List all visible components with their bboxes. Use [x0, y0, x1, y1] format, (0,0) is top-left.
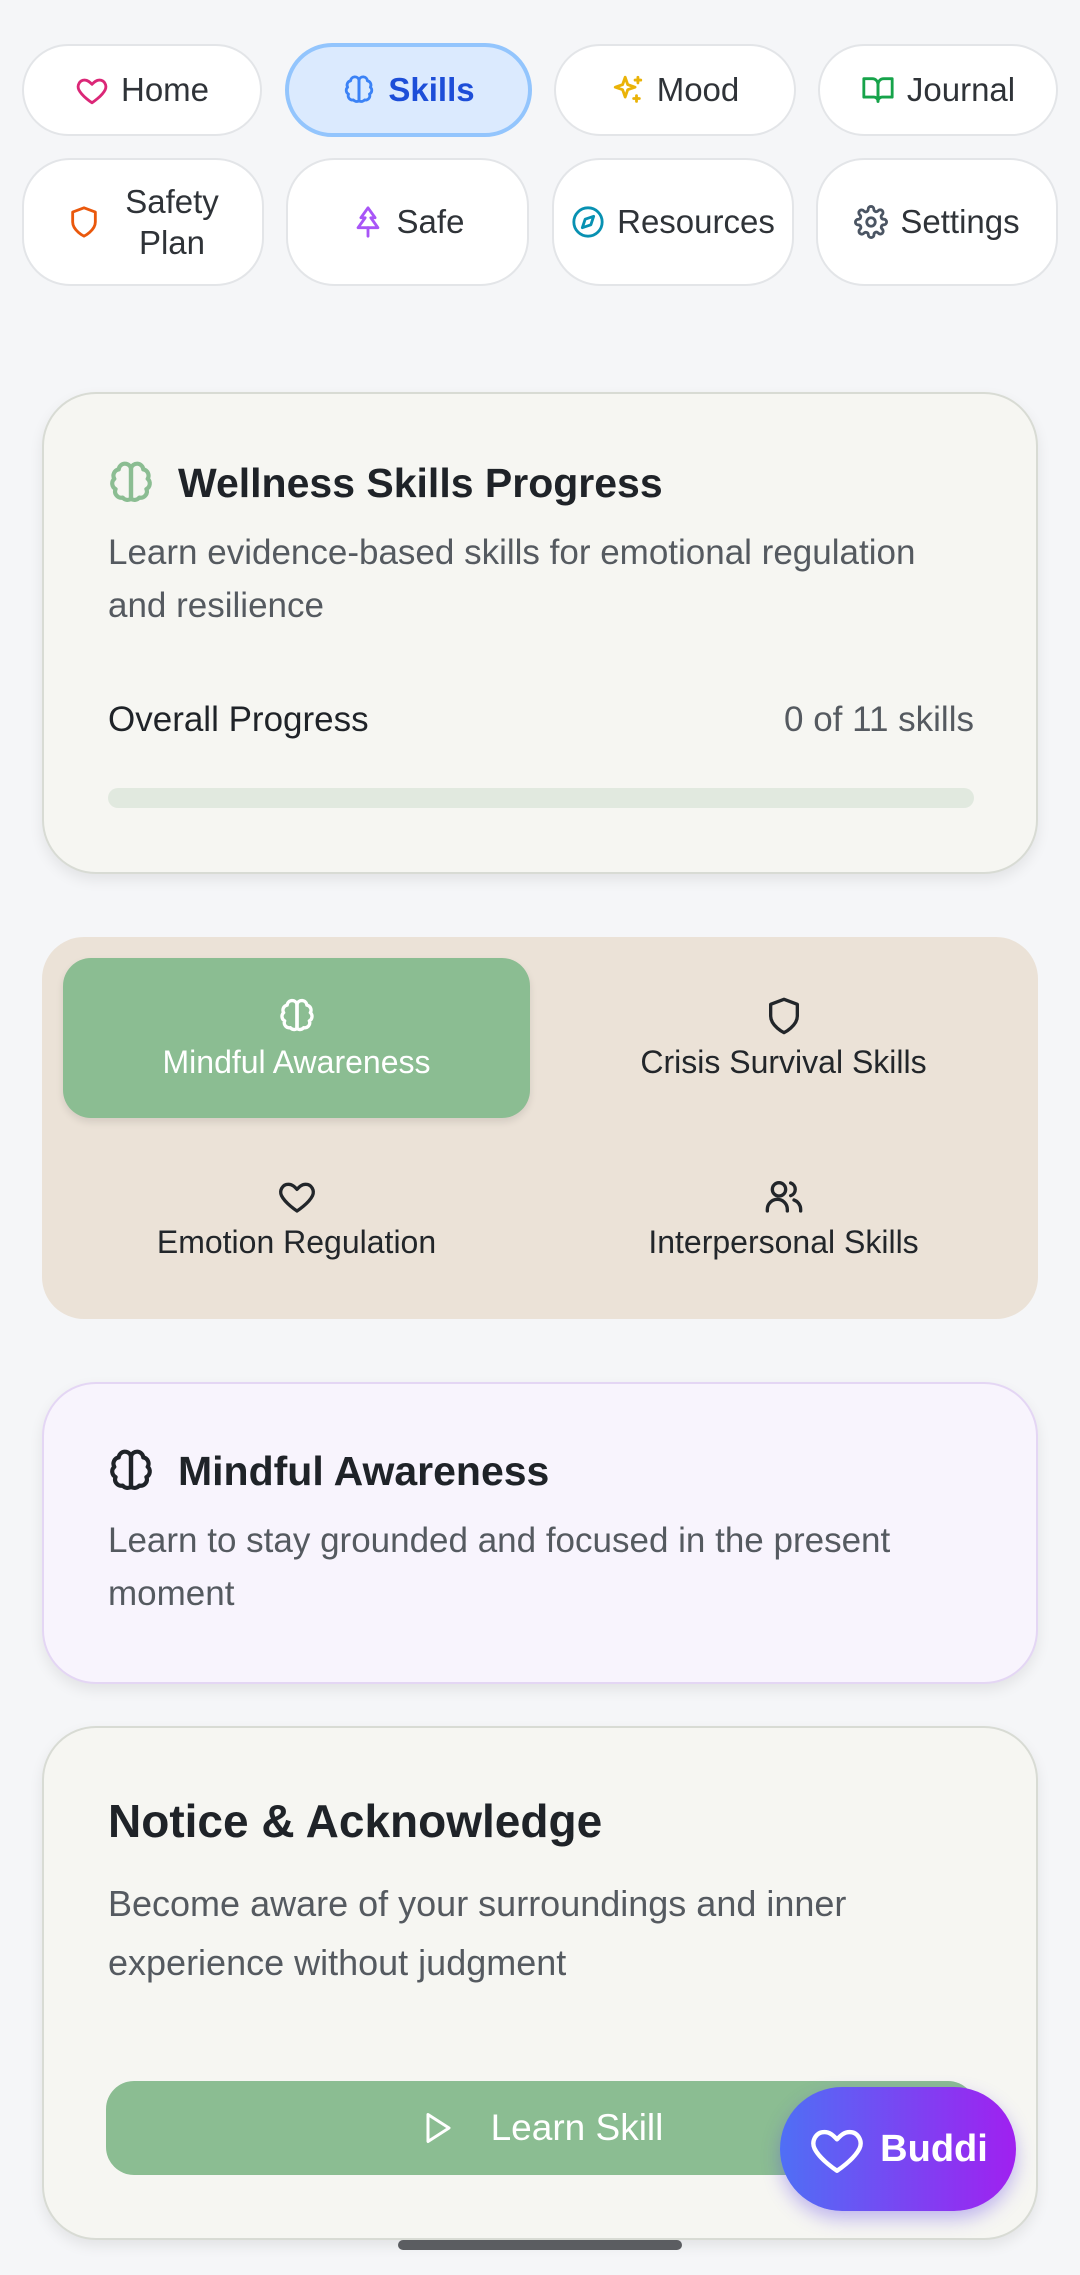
brain-icon: [110, 1449, 152, 1490]
skill-card-description: Become aware of your surroundings and in…: [108, 1883, 847, 1983]
tab-label: Interpersonal Skills: [648, 1223, 919, 1260]
nav-mood-button[interactable]: Mood: [554, 44, 796, 136]
shield-icon: [71, 206, 97, 238]
progress-card-header: Wellness Skills Progress: [106, 458, 663, 508]
buddi-chat-button[interactable]: Buddi: [780, 2087, 1016, 2211]
tab-label: Emotion Regulation: [156, 1223, 437, 1260]
brain-icon: [345, 75, 374, 103]
brain-icon: [279, 998, 314, 1031]
nav-journal-button[interactable]: Journal: [818, 44, 1058, 136]
skill-card-title: Notice & Acknowledge: [108, 1795, 603, 1847]
progress-bar: [108, 788, 974, 808]
progress-card: Wellness Skills Progress Learn evidence-…: [42, 392, 1038, 874]
nav-home-button[interactable]: Home: [22, 44, 262, 136]
nav-mood-label: Mood: [656, 71, 740, 108]
nav-resources-button[interactable]: Resources: [552, 158, 794, 286]
nav-safety-plan-label: Safety Plan: [125, 181, 219, 263]
nav-journal-label: Journal: [906, 71, 1016, 108]
tab-crisis-survival-skills[interactable]: Crisis Survival Skills: [550, 958, 1017, 1118]
gear-icon: [854, 205, 889, 239]
section-card-title: Mindful Awareness: [178, 1447, 550, 1494]
tab-interpersonal-skills[interactable]: Interpersonal Skills: [550, 1138, 1017, 1298]
nav-skills-button[interactable]: Skills: [285, 43, 532, 137]
tab-mindful-awareness[interactable]: Mindful Awareness: [63, 958, 530, 1118]
play-icon: [426, 2113, 451, 2143]
progress-card-title: Wellness Skills Progress: [178, 459, 663, 506]
heart-icon: [811, 2129, 863, 2173]
nav-settings-button[interactable]: Settings: [816, 158, 1058, 286]
buddi-label: Buddi: [880, 2127, 988, 2170]
progress-row: Overall Progress 0 of 11 skills: [108, 700, 974, 740]
tab-label: Mindful Awareness: [162, 1043, 431, 1080]
tab-label: Crisis Survival Skills: [640, 1043, 927, 1080]
nav-safe-button[interactable]: Safe: [286, 158, 529, 286]
brain-icon: [110, 461, 152, 502]
heart-icon: [76, 78, 108, 105]
nav-safety-plan-button[interactable]: Safety Plan: [22, 158, 264, 286]
section-card: Mindful Awareness Learn to stay grounded…: [42, 1382, 1038, 1684]
shield-icon: [768, 997, 799, 1034]
learn-skill-label: Learn Skill: [490, 2107, 664, 2148]
tab-emotion-regulation[interactable]: Emotion Regulation: [63, 1138, 530, 1298]
nav-skills-label: Skills: [388, 71, 475, 108]
section-card-subtitle: Learn to stay grounded and focused in th…: [108, 1521, 891, 1613]
sparkles-icon: [613, 75, 642, 103]
nav-home-label: Home: [120, 71, 210, 108]
home-indicator[interactable]: [398, 2240, 682, 2250]
progress-card-subtitle: Learn evidence-based skills for emotiona…: [108, 533, 916, 625]
nav-settings-label: Settings: [900, 203, 1020, 240]
users-icon: [765, 1180, 802, 1213]
safety-plan-line2: Plan: [138, 224, 206, 261]
progress-count: 0 of 11 skills: [784, 700, 974, 739]
book-open-icon: [862, 77, 894, 103]
safety-plan-line1: Safety: [125, 183, 219, 220]
tree-icon: [356, 206, 379, 238]
compass-icon: [572, 206, 604, 238]
progress-label: Overall Progress: [108, 700, 369, 739]
heart-icon: [278, 1182, 315, 1213]
section-card-header: Mindful Awareness: [106, 1446, 549, 1496]
nav-safe-label: Safe: [396, 203, 465, 240]
skill-category-tabs: Mindful Awareness Crisis Survival Skills…: [42, 937, 1038, 1319]
nav-resources-label: Resources: [617, 203, 775, 240]
